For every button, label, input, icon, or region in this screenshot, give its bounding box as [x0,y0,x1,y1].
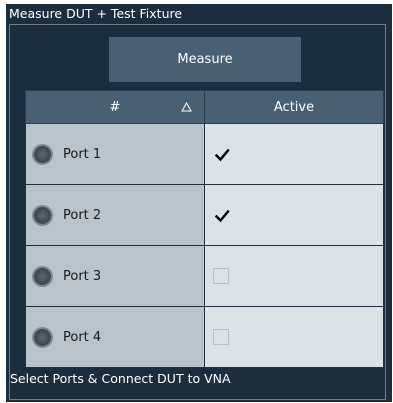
checkmark-icon [214,209,230,223]
port-label: Port 1 [63,146,102,162]
column-header-number[interactable]: # [25,90,205,124]
active-cell [204,123,384,185]
active-cell [204,245,384,307]
port-label: Port 4 [63,329,102,345]
port-status-led-icon [34,206,51,224]
measure-button[interactable]: Measure [109,37,301,82]
measure-dut-panel: Measure DUT + Test Fixture Measure # Act… [6,4,392,402]
port-cell-content: Port 1 [26,145,204,163]
port-label: Port 3 [63,268,102,284]
port-cell[interactable]: Port 4 [25,306,205,368]
port-cell[interactable]: Port 2 [25,184,205,246]
ports-table: # Active Port 1 Port 2 Port 3 Port 4 [25,90,384,368]
checkmark-icon [214,148,230,162]
port-active-checkbox[interactable] [213,329,229,345]
port-cell-content: Port 2 [26,206,204,224]
port-status-led-icon [34,328,51,346]
port-status-led-icon [34,267,51,285]
port-active-checkbox[interactable] [213,207,230,223]
table-header-row: # Active [25,90,384,124]
sort-ascending-icon [181,102,192,112]
table-row[interactable]: Port 3 [25,245,384,307]
panel-title: Measure DUT + Test Fixture [9,6,183,21]
port-active-checkbox[interactable] [213,268,229,284]
active-cell [204,184,384,246]
status-text: Select Ports & Connect DUT to VNA [10,371,231,386]
table-row[interactable]: Port 2 [25,184,384,246]
ports-table-body: Port 1 Port 2 Port 3 Port 4 [25,123,384,368]
active-cell [204,306,384,368]
column-header-active[interactable]: Active [204,90,384,124]
port-cell-content: Port 3 [26,267,204,285]
port-cell[interactable]: Port 1 [25,123,205,185]
port-cell-content: Port 4 [26,328,204,346]
port-active-checkbox[interactable] [213,146,230,162]
table-row[interactable]: Port 1 [25,123,384,185]
port-status-led-icon [34,145,51,163]
port-cell[interactable]: Port 3 [25,245,205,307]
port-label: Port 2 [63,207,102,223]
table-row[interactable]: Port 4 [25,306,384,368]
column-header-number-label: # [109,99,121,115]
